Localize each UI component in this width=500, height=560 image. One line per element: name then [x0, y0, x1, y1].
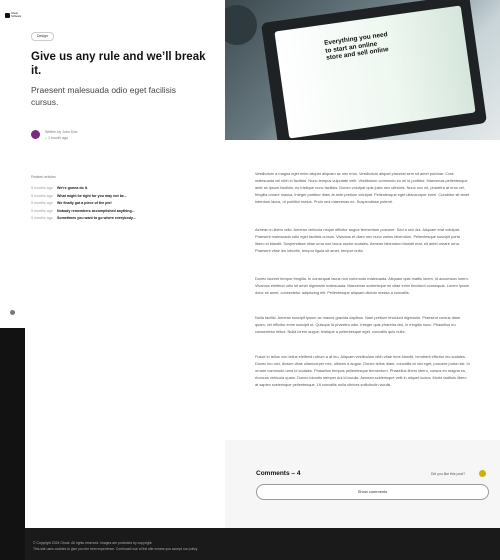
related-link[interactable]: What might be right for you may not be..…: [57, 193, 127, 201]
mug-shape: [225, 5, 257, 45]
paragraph: Vestibulum a magna eget enim aliquet ali…: [255, 171, 470, 204]
footer-copyright: © Copyright 2024 Ghost. All rights reser…: [33, 541, 153, 545]
show-comments-button[interactable]: Show comments: [256, 484, 489, 500]
footer-notice: This site uses cookies to give you the b…: [33, 547, 199, 551]
related-time: 5 months ago: [31, 193, 53, 198]
related-time: 5 months ago: [31, 216, 53, 220]
author-avatar[interactable]: [31, 130, 40, 139]
paragraph: Fusce in tellus non tellus eleifend rutr…: [255, 354, 470, 387]
list-item[interactable]: 5 months ago We're gonna do it.: [31, 185, 221, 193]
related-time: 5 months ago: [31, 186, 53, 190]
article-tag[interactable]: Design: [31, 32, 54, 41]
related-articles-heading: Related articles: [31, 175, 56, 179]
comments-heading: Comments – 4: [256, 470, 301, 477]
brand-logo-icon[interactable]: [5, 13, 10, 18]
hero-image: Everything you need to start an online s…: [225, 0, 500, 140]
article-content: Vestibulum a magna eget enim aliquet ali…: [225, 140, 500, 440]
paragraph: Aenean in libero odio. Aenean vehicula n…: [255, 227, 460, 253]
article-title: Give us any rule and we’ll break it.: [31, 51, 206, 77]
list-item[interactable]: 5 months ago Nobody remembers accomplish…: [31, 208, 221, 216]
related-articles-list: 5 months ago We're gonna do it. 5 months…: [31, 185, 221, 223]
post-time: – 1 month ago: [45, 136, 68, 140]
list-item[interactable]: 5 months ago What might be right for you…: [31, 193, 221, 201]
related-time: 5 months ago: [31, 208, 53, 213]
author-name[interactable]: Written by John Doe: [45, 130, 78, 134]
left-rail-dark-section: [0, 328, 25, 560]
related-link[interactable]: Sometimes you want to go where everybody…: [57, 215, 136, 223]
article-subtitle: Praesent malesuada odio eget facilisis c…: [31, 85, 177, 107]
list-item[interactable]: 5 months ago Sometimes you want to go wh…: [31, 215, 221, 223]
like-prompt: Did you like this post?: [431, 472, 466, 476]
scroll-indicator-dot[interactable]: [10, 310, 15, 315]
paragraph: Nulla facilisi. Aenean suscipit ipsum ac…: [255, 315, 460, 334]
paragraph: Donec laoreet tempor fringilla. In conse…: [255, 276, 470, 295]
like-icon[interactable]: [479, 470, 486, 477]
brand-name[interactable]: Ghost Software: [11, 12, 23, 18]
related-link[interactable]: We're gonna do it.: [57, 185, 88, 193]
article-sidebar: [25, 0, 225, 528]
related-link[interactable]: We finally got a piece of the pie!: [57, 200, 112, 208]
related-link[interactable]: Nobody remembers accomplished anything..…: [57, 208, 135, 216]
list-item[interactable]: 5 months ago We finally got a piece of t…: [31, 200, 221, 208]
related-time: 5 months ago: [31, 201, 53, 205]
